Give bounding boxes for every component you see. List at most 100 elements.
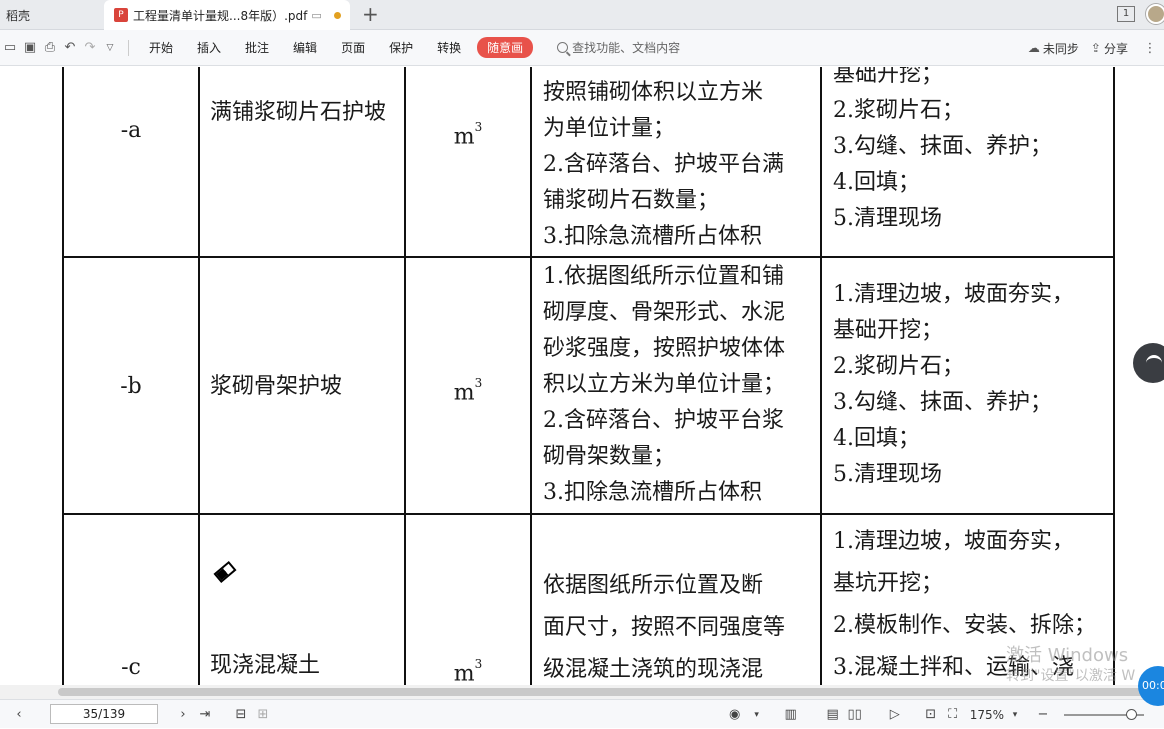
page-number-input[interactable] (50, 704, 158, 724)
open-folder-icon[interactable]: ▭ (0, 40, 20, 55)
print-icon[interactable]: ⎙ (40, 40, 60, 55)
share-button[interactable]: ⇪ 分享 (1091, 40, 1128, 57)
unit-superscript: 3 (474, 120, 483, 134)
work-line: 2.浆砌片石； (833, 98, 964, 123)
tab-document-title: 工程量清单计量规...8年版）.pdf (133, 8, 308, 23)
tab-home[interactable]: 稻壳 (0, 0, 100, 30)
table-border (1113, 67, 1115, 685)
menu-page[interactable]: 页面 (329, 39, 377, 56)
zoom-slider-knob[interactable] (1126, 708, 1137, 720)
table-cell-rule: 1.依据图纸所示位置和铺 砌厚度、骨架形式、水泥 砂浆强度，按照护坡体体 积以立… (543, 259, 817, 511)
save-icon[interactable]: ▣ (20, 40, 40, 55)
status-bar: ‹ › ⇥ ⊟ ⊞ ◉ ▾ ▥ ▤ ▯▯ ▷ ⊡ ⛶ 175% ▾ − (0, 699, 1164, 728)
play-icon[interactable]: ▷ (884, 707, 906, 722)
menu-insert[interactable]: 插入 (185, 39, 233, 56)
rule-line: 级混凝土浇筑的现浇混 (543, 657, 764, 682)
table-cell-unit: m3 (406, 369, 530, 411)
menu-annotate[interactable]: 批注 (233, 39, 281, 56)
work-line: 5.清理现场 (833, 462, 942, 487)
undo-icon[interactable]: ↶ (60, 40, 80, 55)
menu-edit[interactable]: 编辑 (281, 39, 329, 56)
sync-button[interactable]: ☁ 未同步 (1028, 40, 1079, 57)
work-line: 1.清理边坡，坡面夯实， (833, 282, 1074, 307)
work-line: 3.勾缝、抹面、养护； (833, 390, 1052, 415)
back-icon[interactable]: ⊟ (230, 707, 252, 722)
toolbar-divider (128, 39, 129, 56)
share-label: 分享 (1103, 41, 1128, 56)
search-box[interactable]: 查找功能、文档内容 (557, 39, 680, 56)
unit-superscript: 3 (474, 376, 483, 390)
rule-line: 砌骨架数量； (543, 444, 676, 469)
dropdown-icon[interactable]: ▾ (746, 710, 768, 720)
work-line: 3.勾缝、抹面、养护； (833, 134, 1052, 159)
window-count-icon[interactable]: 1 (1117, 6, 1135, 22)
wifi-icon (1146, 355, 1162, 371)
work-line: 4.回填； (833, 170, 920, 195)
share-icon: ⇪ (1090, 41, 1101, 55)
table-cell-work: 1.清理边坡，坡面夯实， 基础开挖； 2.浆砌片石； 3.勾缝、抹面、养护； 4… (833, 277, 1111, 493)
zoom-slider[interactable] (1064, 708, 1144, 720)
work-line: 基础开挖； (833, 67, 944, 87)
rule-line: 积以立方米为单位计量； (543, 372, 786, 397)
zoom-level[interactable]: 175% (970, 708, 1004, 722)
last-page-icon[interactable]: ⇥ (194, 707, 216, 722)
avatar[interactable] (1146, 4, 1164, 24)
tab-document[interactable]: P 工程量清单计量规...8年版）.pdf ▭ (104, 0, 350, 30)
unit-text: m (453, 661, 475, 685)
horizontal-scrollbar[interactable] (0, 685, 1164, 699)
work-line: 5.清理现场 (833, 206, 942, 231)
table-border (820, 67, 822, 685)
table-cell-name: 满铺浆砌片石护坡 (210, 100, 387, 125)
table-border (62, 513, 1115, 515)
menu-protect[interactable]: 保护 (377, 39, 425, 56)
fit-page-icon[interactable]: ⛶ (942, 707, 964, 722)
work-line: 4.回填； (833, 426, 920, 451)
table-border (62, 256, 1115, 258)
fit-width-icon[interactable]: ▥ (780, 707, 802, 722)
windows-activation-watermark: 激活 Windows 转到"设置"以激活 W (1006, 646, 1135, 686)
sync-label: 未同步 (1042, 41, 1079, 56)
rule-line: 依据图纸所示位置及断 (543, 573, 764, 598)
search-placeholder: 查找功能、文档内容 (572, 41, 681, 55)
table-cell-code: -c (121, 655, 141, 680)
zoom-out-icon[interactable]: − (1032, 707, 1054, 722)
table-cell-rule: 按照铺砌体积以立方米 为单位计量； 2.含碎落台、护坡平台满 铺浆砌片石数量； … (543, 75, 817, 255)
rule-line: 3.扣除急流槽所占体积 (543, 224, 762, 249)
tab-bar: 稻壳 P 工程量清单计量规...8年版）.pdf ▭ + 1 (0, 0, 1164, 30)
more-options-icon[interactable]: ⋮ (1140, 41, 1160, 56)
double-page-icon[interactable]: ▯▯ (844, 707, 866, 722)
table-cell-unit: m3 (406, 650, 530, 685)
work-line: 基坑开挖； (833, 571, 944, 596)
zoom-dropdown-icon[interactable]: ▾ (1004, 710, 1026, 720)
next-page-icon[interactable]: › (172, 707, 194, 722)
cloud-sync-icon: ☁ (1027, 41, 1040, 55)
eye-protection-icon[interactable]: ◉ (724, 707, 746, 722)
monitor-icon[interactable]: ▭ (311, 9, 321, 22)
menu-doodle-button[interactable]: 随意画 (477, 37, 534, 58)
rule-line: 砌厚度、骨架形式、水泥 (543, 300, 786, 325)
pdf-file-icon: P (114, 8, 128, 22)
table-border (530, 67, 532, 685)
table-cell-unit: m3 (406, 113, 530, 155)
menu-convert[interactable]: 转换 (425, 39, 473, 56)
single-page-icon[interactable]: ▤ (822, 707, 844, 722)
unit-text: m (453, 124, 475, 150)
new-tab-plus-icon[interactable]: + (362, 3, 379, 25)
table-cell-work: 基础开挖； 2.浆砌片石； 3.勾缝、抹面、养护； 4.回填； 5.清理现场 (833, 67, 1111, 237)
unit-text: m (453, 380, 475, 406)
work-line: 2.浆砌片石； (833, 354, 964, 379)
document-view[interactable]: -a 满铺浆砌片石护坡 m3 按照铺砌体积以立方米 为单位计量； 2.含碎落台、… (0, 67, 1164, 685)
rule-line: 1.依据图纸所示位置和铺 (543, 264, 784, 289)
table-cell-code: -b (120, 374, 142, 399)
scrollbar-thumb[interactable] (58, 688, 1158, 696)
quick-access-dropdown-icon[interactable]: ▽ (100, 43, 120, 53)
table-cell-code: -a (120, 118, 142, 143)
rule-line: 按照铺砌体积以立方米 (543, 80, 764, 105)
table-cell-rule: 依据图纸所示位置及断 面尺寸，按照不同强度等 级混凝土浇筑的现浇混 (543, 565, 817, 685)
menu-start[interactable]: 开始 (137, 39, 185, 56)
work-line: 2.模板制作、安装、拆除； (833, 613, 1096, 638)
prev-page-icon[interactable]: ‹ (8, 707, 30, 722)
actual-size-icon[interactable]: ⊡ (920, 707, 942, 722)
forward-icon[interactable]: ⊞ (252, 707, 274, 722)
redo-icon[interactable]: ↷ (80, 40, 100, 55)
